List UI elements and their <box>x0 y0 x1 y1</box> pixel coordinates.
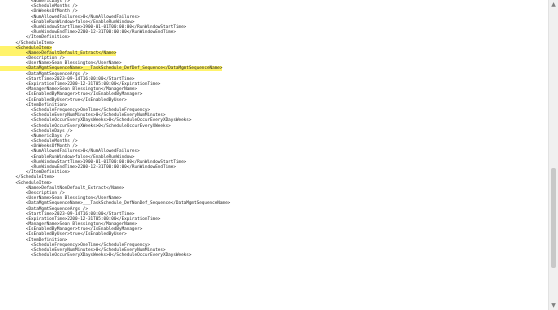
scroll-up-arrow-icon[interactable]: ▲ <box>549 0 558 9</box>
xml-line-text: </ScheduleItem> <box>0 40 55 46</box>
xml-line-text: <ScheduleOccurEveryXDaysWeeks>0</Schedul… <box>0 253 192 259</box>
xml-line: <ScheduleOccurEveryXDaysWeeks>0</Schedul… <box>0 253 230 258</box>
vertical-scrollbar[interactable]: ▲ ▼ <box>548 0 558 310</box>
xml-text-editor[interactable]: <NumericDays /> <ScheduleMonths /> <OnWe… <box>0 0 549 310</box>
xml-line-text: <ScheduleItem> <box>0 45 52 51</box>
scroll-thumb[interactable] <box>551 168 556 268</box>
xml-lines: <NumericDays /> <ScheduleMonths /> <OnWe… <box>0 0 230 258</box>
scroll-down-arrow-icon[interactable]: ▼ <box>549 301 558 310</box>
